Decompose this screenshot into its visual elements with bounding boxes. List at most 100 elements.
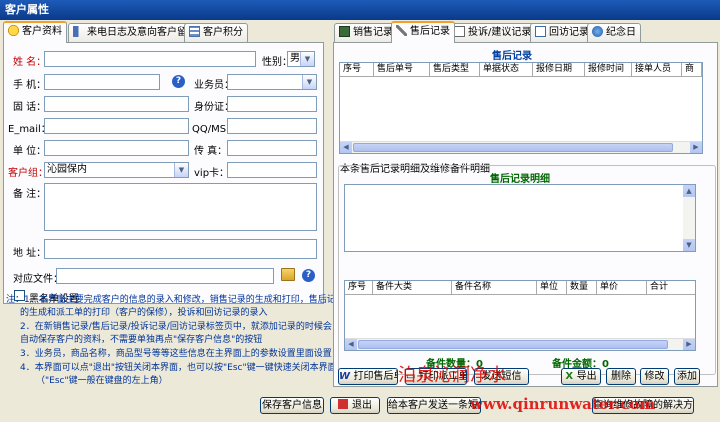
tab-complaint-records[interactable]: 投诉/建议记录 [449, 23, 537, 42]
note-line: 自动保存客户的资料，不需要单独再点"保存客户信息"的按钮 [20, 335, 263, 345]
wrench-icon [396, 25, 407, 36]
phone-input[interactable] [44, 96, 189, 112]
globe-icon [592, 26, 603, 37]
scroll-thumb[interactable] [358, 340, 668, 349]
document-icon [454, 26, 465, 37]
column-header[interactable]: 售后类型 [430, 63, 480, 76]
export-button[interactable]: X 导出 [561, 368, 601, 385]
column-header[interactable]: 商 [682, 63, 702, 76]
salesperson-select[interactable]: ▼ [227, 74, 317, 90]
customer-info-panel: 姓 名： 性别： 男 ▼ 手 机： ? 业务员： ▼ 固 话： 身份证： E_ma… [3, 42, 324, 305]
group-select[interactable]: 沁园保内 ▼ [44, 162, 189, 178]
edit-button[interactable]: 修改 [640, 368, 669, 385]
column-header[interactable]: 报修日期 [533, 63, 585, 76]
vertical-scrollbar[interactable]: ▲ ▼ [683, 185, 695, 251]
address-input[interactable] [44, 239, 317, 259]
mobile-input[interactable] [44, 74, 160, 90]
help-icon[interactable]: ? [172, 75, 185, 88]
exit-icon [338, 399, 348, 409]
arrow-right-icon[interactable]: ▶ [683, 339, 695, 350]
note-line: 2．在新销售记录/售后记录/投诉记录/回访记录标签页中，就添加记录的时候会 [20, 322, 332, 332]
mobile-label: 手 机： [13, 80, 47, 91]
fax-label: 传 真： [194, 146, 228, 157]
phone-label: 固 话： [13, 102, 47, 113]
tab-anniversary[interactable]: 纪念日 [587, 23, 641, 42]
address-label: 地 址： [13, 248, 47, 259]
watermark-url: www.qinrunwater.com [470, 395, 656, 413]
column-header[interactable]: 序号 [340, 63, 374, 76]
send-customer-sms-button[interactable]: 给本客户发送一条短信 [387, 397, 481, 414]
aftersales-grid-header: 序号 售后单号 售后类型 单据状态 报修日期 报修时间 接单人员 商 [340, 63, 702, 77]
qq-input[interactable] [227, 118, 317, 134]
vip-input[interactable] [227, 162, 317, 178]
scroll-thumb[interactable] [353, 143, 673, 152]
column-header[interactable]: 序号 [345, 281, 373, 294]
idcard-input[interactable] [227, 96, 317, 112]
watermark-text: 泊泉沁润净水 [398, 365, 506, 386]
parts-grid-header: 序号 备件大类 备件名称 单位 数量 单价 合计 [345, 281, 695, 295]
tab-sales-records[interactable]: 销售记录 [334, 23, 398, 42]
arrow-down-icon[interactable]: ▼ [683, 239, 695, 251]
column-header[interactable]: 备件名称 [452, 281, 537, 294]
excel-icon: X [565, 371, 577, 382]
detail-title: 售后记录明细 [490, 174, 550, 185]
window-body: 客户资料 来电日志及意向客户留言 客户积分 姓 名： 性别： 男 ▼ 手 机： ?… [0, 20, 720, 422]
column-header[interactable]: 报修时间 [585, 63, 632, 76]
word-icon: W [339, 371, 354, 382]
chevron-down-icon: ▼ [174, 163, 188, 177]
group-label: 客户组： [8, 168, 48, 179]
aftersales-title: 售后记录 [492, 51, 532, 62]
help-icon[interactable]: ? [302, 269, 315, 282]
smiley-icon [8, 25, 19, 36]
column-header[interactable]: 售后单号 [374, 63, 430, 76]
delete-button[interactable]: 删除 [606, 368, 636, 385]
horizontal-scrollbar[interactable]: ◀ ▶ [340, 141, 702, 153]
window-title: 客户属性 [0, 0, 720, 20]
fax-input[interactable] [227, 140, 317, 156]
column-header[interactable]: 单价 [597, 281, 647, 294]
name-label: 姓 名： [13, 57, 47, 68]
file-input[interactable] [56, 268, 274, 284]
column-header[interactable]: 接单人员 [632, 63, 682, 76]
chevron-down-icon: ▼ [300, 52, 314, 66]
name-input[interactable] [44, 51, 256, 67]
tab-aftersales-records[interactable]: 售后记录 [391, 21, 455, 43]
save-customer-button[interactable]: 保存客户信息 [260, 397, 324, 414]
column-header[interactable]: 备件大类 [373, 281, 452, 294]
tab-customer-info[interactable]: 客户资料 [3, 21, 67, 43]
company-input[interactable] [44, 140, 189, 156]
arrow-left-icon[interactable]: ◀ [340, 142, 352, 153]
note-line: 4．本界面可以点"退出"按钮关闭本界面，也可以按"Esc"键一键快速关闭本界面 [20, 363, 337, 373]
arrow-right-icon[interactable]: ▶ [690, 142, 702, 153]
remark-textarea[interactable] [44, 183, 317, 231]
vip-label: vip卡： [194, 168, 230, 179]
exit-button[interactable]: 退出 [330, 397, 380, 414]
print-aftersales-button[interactable]: W 打印售后单 [338, 368, 398, 385]
arrow-up-icon[interactable]: ▲ [683, 185, 695, 197]
tab-customer-points[interactable]: 客户积分 [184, 23, 248, 42]
checklist-icon [535, 26, 546, 37]
gender-select[interactable]: 男 ▼ [287, 51, 315, 67]
tab-return-visit-records[interactable]: 回访记录 [530, 23, 594, 42]
column-header[interactable]: 单位 [537, 281, 567, 294]
tab-call-log[interactable]: 来电日志及意向客户留言 [68, 23, 202, 42]
folder-icon[interactable] [281, 268, 295, 281]
arrow-left-icon[interactable]: ◀ [345, 339, 357, 350]
note-line: 注：1．本界面主要完成客户的信息的录入和修改，销售记录的生成和打印，售后记录 [6, 295, 345, 305]
column-header[interactable]: 数量 [567, 281, 597, 294]
note-line: 3．业务员，商品名称，商品型号等等这些信息在主界面上的参数设置里面设置 [20, 349, 332, 359]
aftersales-panel: 售后记录 序号 售后单号 售后类型 单据状态 报修日期 报修时间 接单人员 商 … [333, 42, 718, 387]
book-icon [339, 26, 350, 37]
email-input[interactable] [44, 118, 189, 134]
aftersales-grid[interactable]: 序号 售后单号 售后类型 单据状态 报修日期 报修时间 接单人员 商 ◀ ▶ [339, 62, 703, 154]
remark-label: 备 注： [13, 189, 47, 200]
add-button[interactable]: 添加 [674, 368, 700, 385]
column-header[interactable]: 合计 [647, 281, 695, 294]
note-line: （"Esc"键一般在键盘的左上角） [36, 376, 168, 386]
parts-grid[interactable]: 序号 备件大类 备件名称 单位 数量 单价 合计 ◀ ▶ [344, 280, 696, 351]
note-line: 的生成和派工单的打印（客户的保修），投诉和回访记录的录入 [20, 308, 268, 318]
column-header[interactable]: 单据状态 [480, 63, 533, 76]
detail-box[interactable]: ▲ ▼ [344, 184, 696, 252]
chevron-down-icon: ▼ [302, 75, 316, 89]
horizontal-scrollbar[interactable]: ◀ ▶ [345, 338, 695, 350]
